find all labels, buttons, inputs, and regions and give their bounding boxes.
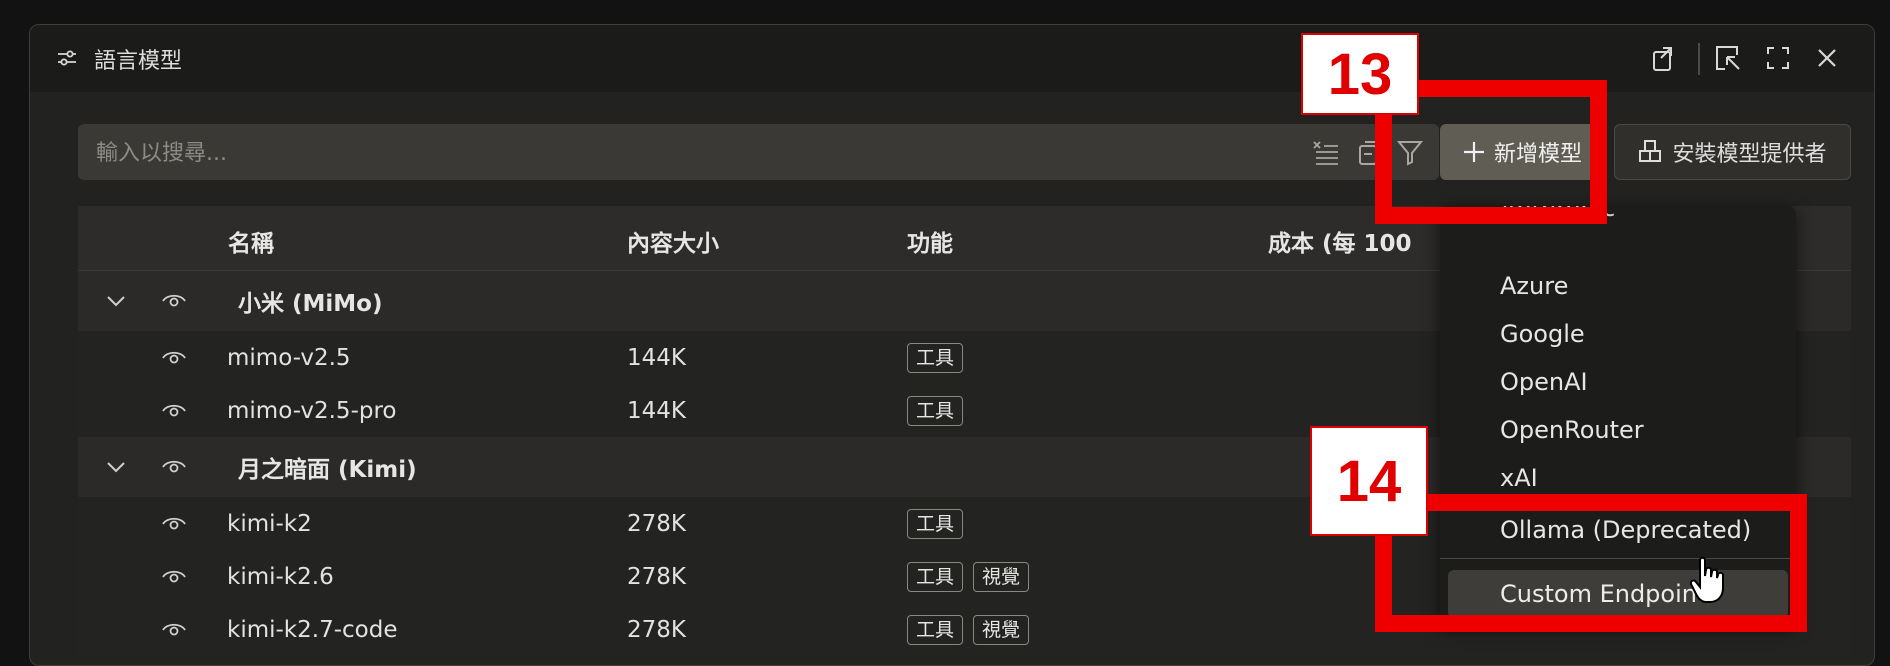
dropdown-item-azure[interactable]: Azure xyxy=(1500,272,1568,300)
dropdown-item-google[interactable]: Google xyxy=(1500,320,1585,348)
model-name: kimi-k2.7-code xyxy=(227,616,398,643)
eye-icon[interactable] xyxy=(162,271,186,331)
pop-out-icon xyxy=(1716,46,1740,70)
capability-tag: 工具 xyxy=(907,508,964,539)
eye-icon[interactable] xyxy=(162,550,186,603)
context-size: 278K xyxy=(627,563,686,590)
close-icon xyxy=(1818,49,1836,67)
model-name: kimi-k2.6 xyxy=(227,563,334,590)
eye-icon[interactable] xyxy=(162,497,186,550)
eye-icon[interactable] xyxy=(162,603,186,656)
chevron-down-icon[interactable] xyxy=(104,271,128,331)
model-name: mimo-v2.5 xyxy=(227,344,351,371)
install-provider-button[interactable]: 安裝模型提供者 xyxy=(1614,124,1851,180)
pop-out-button[interactable] xyxy=(1713,43,1743,73)
extensions-icon xyxy=(1639,140,1662,162)
callout-label-14: 14 xyxy=(1310,426,1428,536)
callout-highlight-14 xyxy=(1375,494,1807,632)
fullscreen-icon xyxy=(1767,47,1789,69)
settings-sliders-icon xyxy=(58,50,76,66)
search-input[interactable] xyxy=(94,124,1248,182)
dropdown-item-openai[interactable]: OpenAI xyxy=(1500,368,1588,396)
column-header-name[interactable]: 名稱 xyxy=(228,224,274,258)
eye-icon[interactable] xyxy=(162,331,186,384)
window-title: 語言模型 xyxy=(94,49,183,74)
toolbar-divider xyxy=(1698,43,1700,75)
clear-filter-icon xyxy=(1313,141,1338,165)
capability-tag: 視覺 xyxy=(973,614,1030,645)
dropdown-item-xai[interactable]: xAI xyxy=(1500,464,1538,492)
group-name: 月之暗面 (Kimi) xyxy=(238,457,417,483)
install-provider-label: 安裝模型提供者 xyxy=(1672,142,1827,167)
capability-tag: 視覺 xyxy=(973,561,1030,592)
column-header-cost[interactable]: 成本 (每 100 xyxy=(1268,224,1412,258)
context-size: 144K xyxy=(627,397,686,424)
eye-icon[interactable] xyxy=(162,384,186,437)
search-bar xyxy=(78,124,1439,182)
capability-tag: 工具 xyxy=(907,395,964,426)
hand-cursor-icon xyxy=(1690,556,1724,603)
capability-tag: 工具 xyxy=(907,342,964,373)
fullscreen-button[interactable] xyxy=(1763,43,1793,73)
context-size: 278K xyxy=(627,510,686,537)
context-size: 278K xyxy=(627,616,686,643)
model-name: kimi-k2 xyxy=(227,510,312,537)
callout-label-13: 13 xyxy=(1301,33,1419,115)
clear-filters-button[interactable] xyxy=(1312,138,1340,166)
context-size: 144K xyxy=(627,344,686,371)
group-name: 小米 (MiMo) xyxy=(238,291,383,317)
column-header-context[interactable]: 內容大小 xyxy=(627,224,719,258)
capability-tag: 工具 xyxy=(907,561,964,592)
chevron-down-icon[interactable] xyxy=(104,437,128,497)
export-button[interactable] xyxy=(1648,43,1678,73)
close-button[interactable] xyxy=(1812,43,1842,73)
dropdown-item-openrouter[interactable]: OpenRouter xyxy=(1500,416,1644,444)
model-name: mimo-v2.5-pro xyxy=(227,397,397,424)
column-header-capabilities[interactable]: 功能 xyxy=(907,224,953,258)
export-icon xyxy=(1653,47,1672,71)
capability-tag: 工具 xyxy=(907,614,964,645)
eye-icon[interactable] xyxy=(162,437,186,497)
